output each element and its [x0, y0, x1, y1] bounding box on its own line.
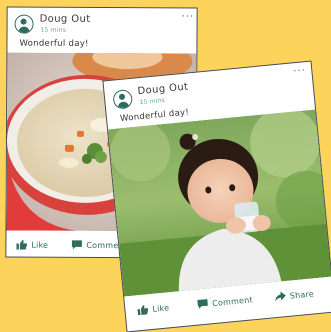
post-caption: Wonderful day!: [19, 38, 89, 49]
thumbs-up-icon: [16, 240, 28, 250]
post-author[interactable]: Doug Out: [137, 81, 189, 97]
comment-button[interactable]: Comment: [197, 294, 253, 309]
post-time: 15 mins: [139, 96, 166, 107]
like-button[interactable]: Like: [16, 240, 48, 250]
like-label: Like: [31, 240, 49, 250]
comment-icon: [71, 240, 82, 250]
post-time: 15 mins: [40, 26, 66, 34]
user-avatar-icon[interactable]: [14, 14, 34, 34]
post-card-2: Doug Out 15 mins ··· Wonderful day! Like…: [102, 60, 331, 332]
user-avatar-icon[interactable]: [112, 88, 134, 110]
like-button[interactable]: Like: [137, 302, 170, 316]
post-author[interactable]: Doug Out: [40, 14, 91, 25]
post-photo-girl: [108, 109, 331, 297]
share-label: Share: [289, 288, 315, 301]
like-label: Like: [152, 302, 170, 314]
comment-icon: [197, 299, 208, 309]
share-arrow-icon: [275, 291, 286, 302]
share-button[interactable]: Share: [274, 288, 314, 302]
comment-label: Comment: [211, 294, 254, 308]
thumbs-up-icon: [137, 305, 149, 316]
more-dots-icon[interactable]: ···: [293, 65, 307, 77]
more-dots-icon[interactable]: ···: [182, 11, 195, 22]
